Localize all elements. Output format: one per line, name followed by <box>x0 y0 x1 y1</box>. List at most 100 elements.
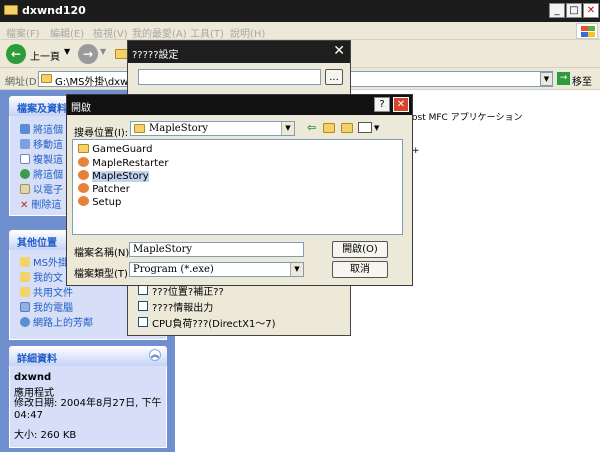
back-arrow-icon[interactable]: ⇦ <box>307 121 316 134</box>
publish-globe-icon <box>20 169 30 179</box>
option-checkbox[interactable] <box>138 285 148 295</box>
address-label: 網址(D) <box>5 77 41 88</box>
chevron-down-icon[interactable]: ▼ <box>374 124 379 132</box>
chevron-down-icon[interactable]: ▼ <box>290 263 303 276</box>
task-item[interactable]: 將這個 <box>20 121 63 136</box>
open-dialog-titlebar: 開啟 ? ✕ <box>67 95 412 115</box>
filename-input[interactable]: MapleStory <box>129 242 304 257</box>
details-size: 大小: 260 KB <box>14 430 77 441</box>
list-item[interactable]: GameGuard <box>78 144 152 155</box>
network-icon <box>20 317 30 327</box>
file-name: MapleRestarter <box>92 158 169 169</box>
menu-favorites[interactable]: 我的最愛(A) <box>132 25 187 40</box>
new-folder-icon[interactable] <box>341 123 353 133</box>
move-icon <box>20 139 30 149</box>
cancel-button[interactable]: 取消 <box>332 261 388 278</box>
list-item[interactable]: MapleRestarter <box>78 157 168 169</box>
folder-icon <box>134 124 145 133</box>
help-button[interactable]: ? <box>374 97 390 112</box>
collapse-chevron-icon[interactable]: ︽ <box>149 349 161 361</box>
details-panel: dxwnd 應用程式 修改日期: 2004年8月27日, 下午 04:47 大小… <box>9 366 167 448</box>
close-icon[interactable]: ✕ <box>333 43 345 59</box>
menu-tools[interactable]: 工具(T) <box>190 25 224 40</box>
task-item[interactable]: 複製這 <box>20 151 63 166</box>
settings-title: ?????設定 <box>132 50 179 61</box>
maple-exe-icon <box>78 196 89 206</box>
list-item[interactable]: Setup <box>78 196 121 208</box>
windows-logo-icon <box>576 23 598 39</box>
option-label: CPU負荷???(DirectX1～7) <box>152 319 276 330</box>
file-list[interactable]: GameGuard MapleRestarter MapleStory Patc… <box>72 139 403 235</box>
menu-view[interactable]: 檢視(V) <box>93 25 128 40</box>
back-arrow-icon[interactable]: ← <box>6 44 26 64</box>
address-dropdown-button[interactable]: ▼ <box>540 72 553 86</box>
close-button[interactable]: ✕ <box>583 3 599 18</box>
up-folder-icon[interactable] <box>323 123 335 133</box>
menu-file[interactable]: 檔案(F) <box>6 25 40 40</box>
option-checkbox[interactable] <box>138 317 148 327</box>
folder-icon <box>78 144 89 153</box>
path-input[interactable] <box>138 69 321 85</box>
chevron-down-icon[interactable]: ▼ <box>281 122 294 135</box>
maximize-button[interactable]: □ <box>566 3 582 18</box>
task-item[interactable]: ✕ 刪除這 <box>20 196 61 211</box>
maple-exe-icon <box>78 183 89 193</box>
place-label: 我的電腦 <box>33 303 73 314</box>
back-label[interactable]: 上一頁 <box>30 48 60 63</box>
task-label: 將這個 <box>33 125 63 136</box>
email-icon <box>20 184 30 194</box>
place-label: MS外掛 <box>33 258 68 269</box>
rename-icon <box>20 124 30 134</box>
task-label: 刪除這 <box>31 200 62 211</box>
place-item[interactable]: MS外掛 <box>20 254 68 269</box>
chevron-down-icon[interactable]: ▼ <box>64 47 70 56</box>
filetype-label: 檔案類型(T): <box>74 269 132 280</box>
view-menu-icon[interactable] <box>358 122 372 133</box>
folder-icon <box>41 74 52 83</box>
filetype-combo[interactable]: Program (*.exe) ▼ <box>129 262 304 277</box>
copy-icon <box>20 154 30 164</box>
chevron-down-icon[interactable]: ▼ <box>100 47 106 56</box>
lookin-label: 搜尋位置(I): <box>74 128 129 139</box>
open-file-dialog: 開啟 ? ✕ 搜尋位置(I): MapleStory ▼ ⇦ ▼ GameGua… <box>66 94 413 286</box>
task-label: 移動這 <box>33 140 63 151</box>
option-checkbox[interactable] <box>138 301 148 311</box>
maple-exe-icon <box>78 170 89 180</box>
maple-exe-icon <box>78 157 89 167</box>
explorer-titlebar: dxwnd120 _ □ ✕ <box>0 0 600 22</box>
place-label: 共用文件 <box>33 288 73 299</box>
open-dialog-title: 開啟 <box>71 103 91 114</box>
details-header[interactable]: 詳細資料 ︽ <box>9 346 167 366</box>
menu-edit[interactable]: 編輯(E) <box>50 25 84 40</box>
browse-button[interactable]: ... <box>325 69 343 85</box>
folder-icon <box>20 257 30 267</box>
filename-label: 檔案名稱(N): <box>74 248 133 259</box>
go-button[interactable]: 移至 <box>572 73 592 88</box>
other-places-title: 其他位置 <box>17 238 57 249</box>
menu-help[interactable]: 說明(H) <box>230 25 265 40</box>
place-item[interactable]: 我的電腦 <box>20 299 73 314</box>
lookin-combo[interactable]: MapleStory ▼ <box>130 121 295 136</box>
window-title: dxwnd120 <box>22 4 86 17</box>
place-item[interactable]: 我的文 <box>20 269 63 284</box>
place-item[interactable]: 網路上的芳鄰 <box>20 314 93 329</box>
filetype-value: Program (*.exe) <box>133 264 214 275</box>
filename-value: MapleStory <box>133 244 193 255</box>
open-button[interactable]: 開啟(O) <box>332 241 388 258</box>
place-label: 網路上的芳鄰 <box>33 318 93 329</box>
task-item[interactable]: 將這個 <box>20 166 63 181</box>
details-modified: 修改日期: 2004年8月27日, 下午 04:47 <box>14 398 162 421</box>
forward-arrow-icon[interactable]: → <box>78 44 98 64</box>
close-button[interactable]: ✕ <box>393 97 409 112</box>
list-item[interactable]: Patcher <box>78 183 130 195</box>
task-item[interactable]: 以電子 <box>20 181 63 196</box>
task-item[interactable]: 移動這 <box>20 136 63 151</box>
list-item-selected[interactable]: MapleStory <box>78 170 149 182</box>
option-label: ????情報出力 <box>152 303 214 314</box>
details-name: dxwnd <box>14 372 52 383</box>
place-item[interactable]: 共用文件 <box>20 284 73 299</box>
task-label: 複製這 <box>33 155 63 166</box>
task-label: 將這個 <box>33 170 63 181</box>
go-arrow-icon[interactable]: → <box>557 72 570 85</box>
minimize-button[interactable]: _ <box>549 3 565 18</box>
